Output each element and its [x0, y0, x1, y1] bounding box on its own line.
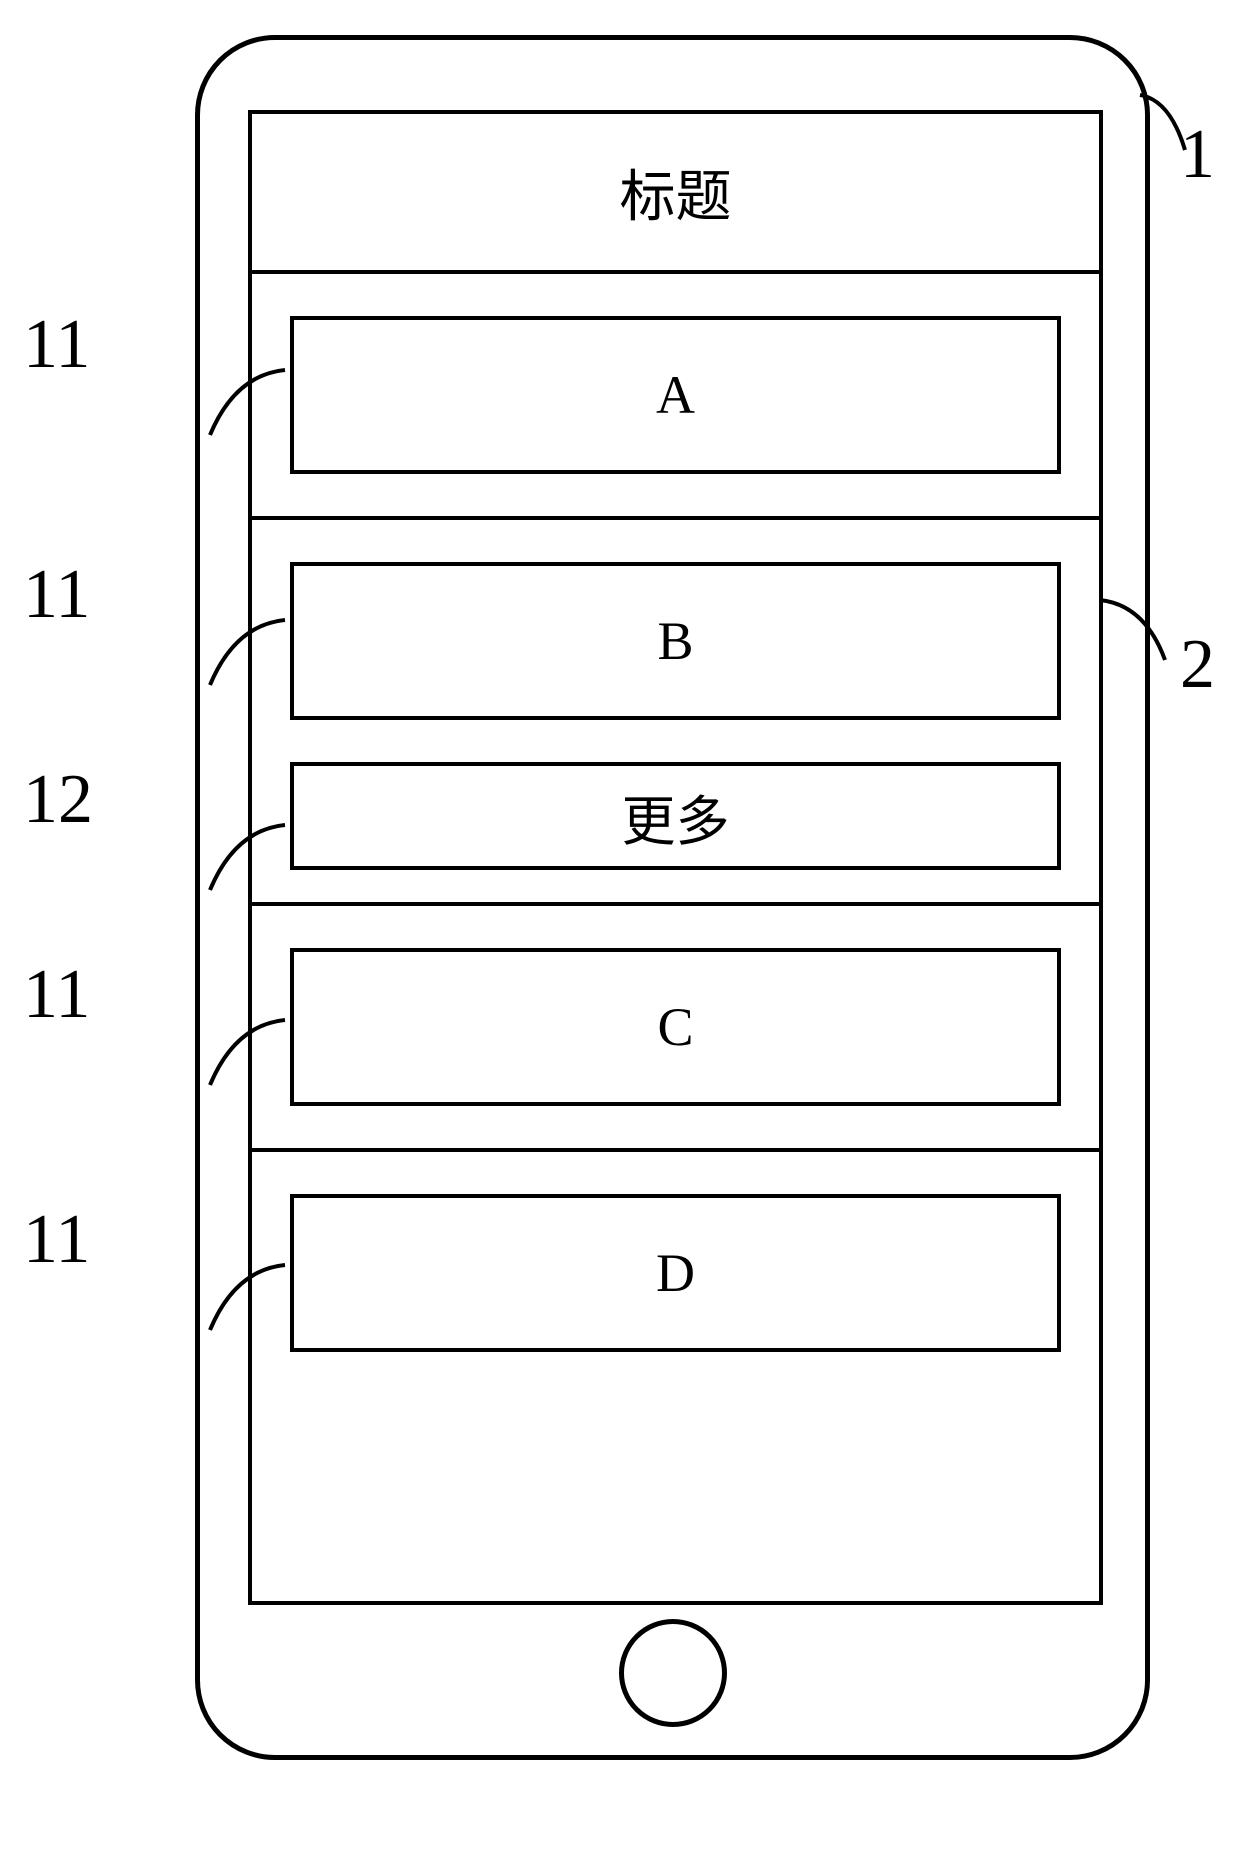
callout-label-item-a: 11 — [23, 305, 90, 385]
phone-device-frame: 标题 A B 更多 C D — [195, 35, 1150, 1760]
more-label: 更多 — [622, 777, 730, 856]
option-c-label: C — [657, 996, 693, 1058]
callout-label-item-d: 11 — [23, 1200, 90, 1280]
callout-label-more: 12 — [23, 760, 93, 840]
more-row-container: 更多 — [252, 762, 1099, 902]
list-row-a-container: A — [252, 274, 1099, 516]
phone-screen: 标题 A B 更多 C D — [248, 110, 1103, 1605]
callout-label-screen: 2 — [1180, 625, 1215, 705]
callout-leader-line — [135, 815, 290, 915]
option-c[interactable]: C — [290, 948, 1061, 1106]
callout-label-item-c: 11 — [23, 955, 90, 1035]
list-row-b-container: B — [252, 520, 1099, 762]
home-button[interactable] — [619, 1619, 727, 1727]
more-button[interactable]: 更多 — [290, 762, 1061, 870]
list-row-c-container: C — [252, 906, 1099, 1148]
list-row-d-container: D — [252, 1152, 1099, 1394]
callout-label-phone: 1 — [1180, 115, 1215, 195]
option-a[interactable]: A — [290, 316, 1061, 474]
callout-leader-line — [135, 1255, 290, 1355]
option-a-label: A — [656, 364, 695, 426]
callout-leader-line — [135, 1010, 290, 1110]
option-b-label: B — [657, 610, 693, 672]
title-bar: 标题 — [252, 114, 1099, 274]
callout-label-item-b: 11 — [23, 555, 90, 635]
option-b[interactable]: B — [290, 562, 1061, 720]
option-d[interactable]: D — [290, 1194, 1061, 1352]
callout-leader-line — [135, 360, 290, 460]
option-d-label: D — [656, 1242, 695, 1304]
title-text: 标题 — [620, 152, 732, 233]
callout-leader-line — [135, 610, 290, 710]
